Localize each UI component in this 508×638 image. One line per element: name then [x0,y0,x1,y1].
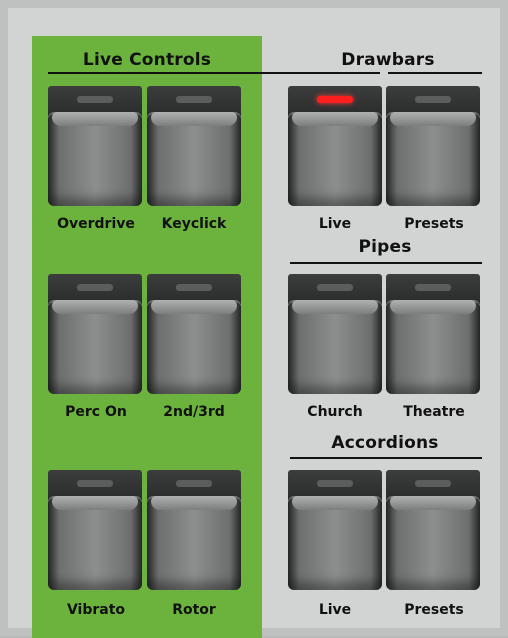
drawbars-presets-label: Presets [404,216,464,232]
theatre-led [415,284,451,291]
drawbars-live-led [317,96,353,103]
drawbars-live-button[interactable] [288,86,382,206]
drawbars-header: Drawbars [341,50,435,70]
vibrato-key[interactable] [48,496,142,590]
perc-on-led [77,284,113,291]
accordions-presets-key[interactable] [386,496,480,590]
overdrive-button[interactable] [48,86,142,206]
rotor-label: Rotor [172,602,216,618]
vibrato-led [77,480,113,487]
accordions-header: Accordions [331,433,439,453]
pipes-divider [290,262,482,264]
rotor-key[interactable] [147,496,241,590]
theatre-key[interactable] [386,300,480,394]
live-controls-divider [48,72,380,74]
church-key[interactable] [288,300,382,394]
theatre-label: Theatre [403,404,465,420]
accordions-live-key[interactable] [288,496,382,590]
perc-on-button[interactable] [48,274,142,394]
control-panel: Live Controls Drawbars Pipes Accordions … [0,0,508,638]
drawbars-presets-key[interactable] [386,112,480,206]
overdrive-led [77,96,113,103]
keyclick-button[interactable] [147,86,241,206]
pipes-header: Pipes [358,237,412,257]
second-third-button[interactable] [147,274,241,394]
drawbars-presets-button[interactable] [386,86,480,206]
overdrive-key[interactable] [48,112,142,206]
church-led [317,284,353,291]
keyclick-key[interactable] [147,112,241,206]
accordions-live-button[interactable] [288,470,382,590]
keyclick-led [176,96,212,103]
rotor-button[interactable] [147,470,241,590]
accordions-presets-label: Presets [404,602,464,618]
vibrato-button[interactable] [48,470,142,590]
live-controls-header: Live Controls [82,50,212,70]
drawbars-live-key[interactable] [288,112,382,206]
second-third-led [176,284,212,291]
second-third-label: 2nd/3rd [163,404,225,420]
theatre-button[interactable] [386,274,480,394]
second-third-key[interactable] [147,300,241,394]
drawbars-presets-led [415,96,451,103]
accordions-live-led [317,480,353,487]
accordions-divider [290,457,482,459]
rotor-led [176,480,212,487]
keyclick-label: Keyclick [161,216,227,232]
drawbars-divider [388,72,482,74]
perc-on-key[interactable] [48,300,142,394]
church-button[interactable] [288,274,382,394]
accordions-presets-button[interactable] [386,470,480,590]
accordions-presets-led [415,480,451,487]
